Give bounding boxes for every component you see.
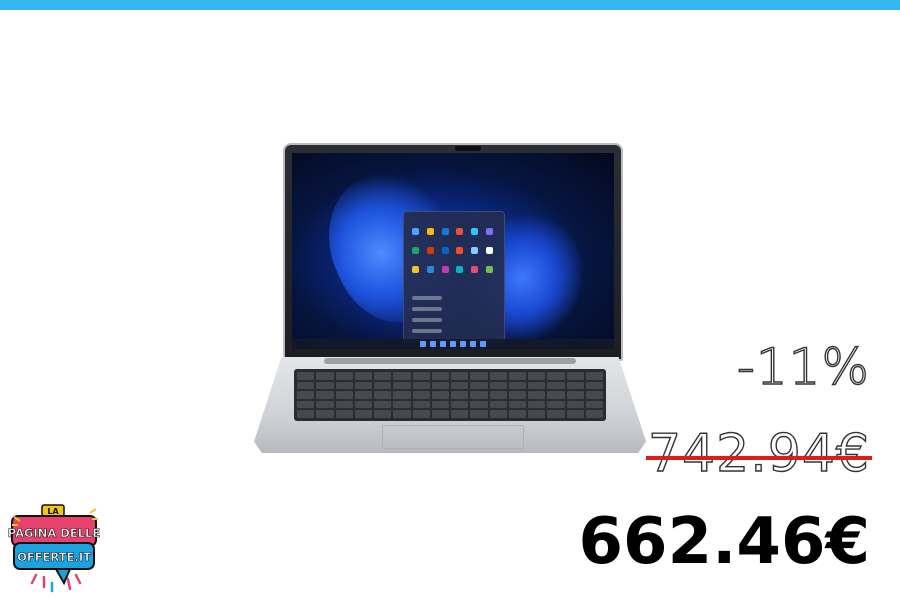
logo-text-middle: PAGINA DELLE <box>8 526 100 540</box>
laptop-hinge <box>324 358 576 364</box>
strikethrough-line <box>645 456 872 460</box>
laptop-lid <box>283 143 623 361</box>
current-price: 662.46€ <box>578 505 871 579</box>
old-price-text: 742.94€ <box>647 423 870 484</box>
logo-graphic: LA PAGINA DELLE OFFERTE.IT <box>7 504 101 593</box>
webcam <box>455 146 481 151</box>
logo-text-bottom: OFFERTE.IT <box>17 550 91 564</box>
logo-text-top: LA <box>47 507 59 516</box>
laptop-image <box>250 140 650 460</box>
laptop-screen <box>292 153 614 349</box>
discount-percentage: -11% <box>736 337 870 396</box>
site-logo: LA PAGINA DELLE OFFERTE.IT <box>7 503 101 595</box>
top-accent-bar <box>0 0 900 10</box>
old-price: 742.94€ <box>645 423 872 485</box>
start-menu-apps <box>412 228 496 280</box>
keyboard <box>294 369 606 421</box>
taskbar <box>292 339 614 349</box>
start-menu <box>403 211 505 343</box>
start-menu-recommended <box>412 296 496 340</box>
touchpad <box>382 425 524 449</box>
laptop-base <box>254 357 646 453</box>
